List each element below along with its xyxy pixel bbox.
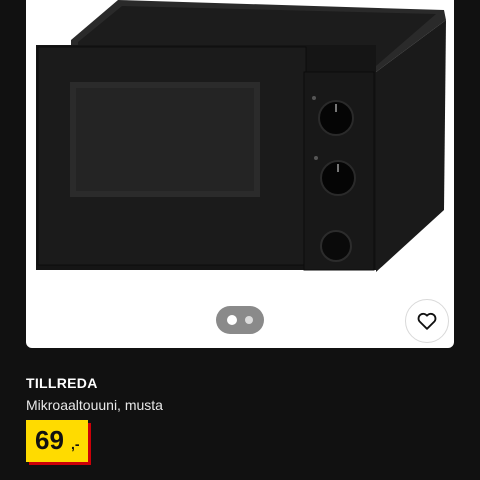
- product-description: Mikroaaltouuni, musta: [26, 397, 163, 413]
- carousel-dot-active[interactable]: [227, 315, 237, 325]
- add-to-favorites-button[interactable]: [405, 299, 449, 343]
- price-badge: 69 ,-: [26, 420, 88, 462]
- product-image-card[interactable]: [26, 0, 454, 348]
- product-name[interactable]: TILLREDA: [26, 375, 98, 391]
- carousel-dot[interactable]: [245, 316, 253, 324]
- price-integer: 69: [35, 425, 64, 455]
- heart-icon: [417, 312, 437, 330]
- product-image: [36, 0, 446, 272]
- price-suffix: ,-: [71, 436, 80, 452]
- image-carousel-indicator[interactable]: [216, 306, 264, 334]
